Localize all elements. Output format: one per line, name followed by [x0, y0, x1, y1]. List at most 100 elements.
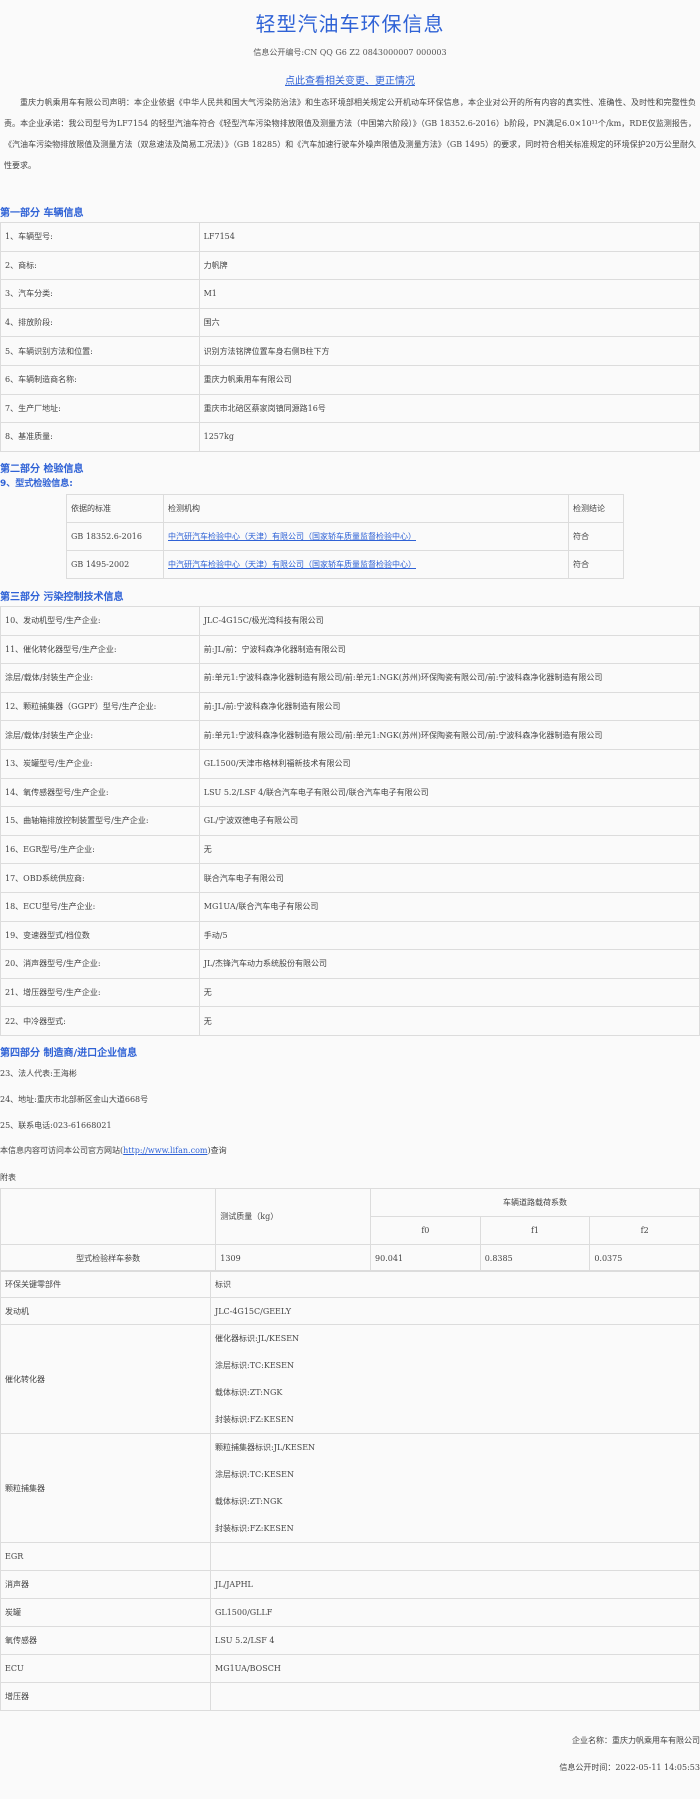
info-row: 3、汽车分类: M1: [0, 279, 700, 309]
info-value: 1257kg: [198, 422, 700, 452]
inspection-agency-cell: 中汽研汽车检验中心（天津）有限公司（国家轿车质量监督检验中心）: [163, 522, 569, 551]
vehicle-info-table: 1、车辆型号: LF7154 2、商标: 力帆牌 3、汽车分类: M1 4、排放阶段: 国六 5…: [0, 222, 700, 452]
annex-catalyst-line: 载体标识:ZT:NGK: [215, 1388, 283, 1397]
annex-catalyst-line: 涂层标识:TC:KESEN: [215, 1361, 294, 1370]
annex-key-parts-value: 标识: [210, 1270, 700, 1298]
info-row: 13、炭罐型号/生产企业: GL1500/天津市格林利福新技术有限公司: [0, 748, 700, 779]
annex-o2-value: LSU 5.2/LSF 4: [210, 1626, 700, 1655]
info-row: 16、EGR型号/生产企业: 无: [0, 834, 700, 865]
col-standard: 依据的标准: [66, 494, 164, 523]
inspection-agency-link[interactable]: 中汽研汽车检验中心（天津）有限公司（国家轿车质量监督检验中心）: [168, 560, 416, 569]
annex-o2-label: 氧传感器: [0, 1626, 211, 1655]
annex-param-row: 型式检验样车参数 1309 90.041 0.8385 0.0375: [0, 1244, 700, 1272]
info-row: 22、中冷器型式: 无: [0, 1006, 700, 1036]
annex-ecu-row: ECU MG1UA/BOSCH: [0, 1654, 700, 1683]
info-value: JLC-4G15C/极光湾科技有限公司: [198, 606, 700, 636]
annex-param-label: 型式检验样车参数: [0, 1244, 217, 1272]
pollution-control-table: 10、发动机型号/生产企业: JLC-4G15C/极光湾科技有限公司 11、催化转化…: [0, 606, 700, 1036]
info-label: 16、EGR型号/生产企业:: [0, 834, 200, 865]
info-label: 22、中冷器型式:: [0, 1006, 200, 1036]
info-value: 前:单元1:宁波科森净化器制造有限公司/前:单元1:NGK(苏州)环保陶瓷有限公…: [198, 663, 700, 693]
info-row: 6、车辆制造商名称: 重庆力帆乘用车有限公司: [0, 364, 700, 395]
info-label: 18、ECU型号/生产企业:: [0, 891, 200, 922]
info-value: 力帆牌: [198, 250, 700, 281]
annex-f1-header: f1: [479, 1216, 591, 1245]
legal-representative: 23、法人代表:王海彬: [0, 1069, 77, 1078]
info-row: 20、消声器型号/生产企业: JL/杰锋汽车动力系统股份有限公司: [0, 949, 700, 979]
annex-gpf-values: 颗粒捕集器标识:JL/KESEN 涂层标识:TC:KESEN 载体标识:ZT:N…: [210, 1433, 700, 1543]
website-suffix: )查询: [207, 1146, 227, 1155]
info-value: 重庆力帆乘用车有限公司: [198, 364, 700, 395]
inspection-agency-cell: 中汽研汽车检验中心（天津）有限公司（国家轿车质量监督检验中心）: [163, 550, 569, 579]
part3-heading: 第三部分 污染控制技术信息: [0, 592, 124, 603]
annex-gpf-line: 封装标识:FZ:KESEN: [215, 1524, 294, 1533]
info-label: 涂层/载体/封装生产企业:: [0, 663, 200, 693]
annex-f2-header: f2: [589, 1216, 700, 1245]
info-value: 前:JL/前：宁波科森净化器制造有限公司: [198, 634, 700, 665]
inspection-header-row: 依据的标准 检测机构 检测结论: [66, 494, 624, 523]
annex-key-parts-label: 环保关键零部件: [0, 1270, 211, 1298]
annex-f0-header: f0: [370, 1216, 481, 1245]
info-row: 4、排放阶段: 国六: [0, 307, 700, 338]
inspection-agency-link[interactable]: 中汽研汽车检验中心（天津）有限公司（国家轿车质量监督检验中心）: [168, 532, 416, 541]
annex-mass-value: 1309: [215, 1244, 372, 1272]
info-label: 5、车辆识别方法和位置:: [0, 336, 200, 366]
annex-label: 附表: [0, 1173, 16, 1182]
info-value: 前:JL/前:宁波科森净化器制造有限公司: [198, 691, 700, 722]
annex-blank-cell: [0, 1188, 217, 1245]
info-row: 8、基准质量: 1257kg: [0, 422, 700, 452]
part2-heading: 第二部分 检验信息: [0, 464, 84, 475]
info-label: 1、车辆型号:: [0, 222, 200, 252]
info-label: 3、汽车分类:: [0, 279, 200, 309]
info-value: 无: [198, 1006, 700, 1036]
annex-f0-value: 90.041: [370, 1244, 481, 1272]
inspection-standard: GB 1495-2002: [66, 550, 164, 579]
info-label: 10、发动机型号/生产企业:: [0, 606, 200, 636]
info-label: 4、排放阶段:: [0, 307, 200, 338]
annex-catalyst-label: 催化转化器: [0, 1324, 211, 1434]
change-history-link[interactable]: 点此查看相关变更、更正情况: [0, 72, 700, 87]
info-row: 14、氧传感器型号/生产企业: LSU 5.2/LSF 4/联合汽车电子有限公司/…: [0, 777, 700, 808]
info-value: 重庆市北碚区蔡家岗镇同源路16号: [198, 393, 700, 424]
annex-gpf-row: 颗粒捕集器 颗粒捕集器标识:JL/KESEN 涂层标识:TC:KESEN 载体标…: [0, 1433, 700, 1543]
info-label: 2、商标:: [0, 250, 200, 281]
info-value: LSU 5.2/LSF 4/联合汽车电子有限公司/联合汽车电子有限公司: [198, 777, 700, 808]
annex-engine-value: JLC-4G15C/GEELY: [210, 1297, 700, 1325]
annex-ecu-label: ECU: [0, 1654, 211, 1683]
annex-canister-label: 炭罐: [0, 1598, 211, 1627]
info-value: LF7154: [198, 222, 700, 252]
annex-muffler-label: 消声器: [0, 1570, 211, 1599]
info-row: 21、增压器型号/生产企业: 无: [0, 977, 700, 1008]
inspection-result: 符合: [568, 550, 624, 579]
info-value: 识别方法铭牌位置车身右侧B柱下方: [198, 336, 700, 366]
info-row: 19、变速器型式/档位数 手动/5: [0, 920, 700, 951]
info-row: 17、OBD系统供应商: 联合汽车电子有限公司: [0, 863, 700, 893]
info-label: 21、增压器型号/生产企业:: [0, 977, 200, 1008]
info-label: 涂层/载体/封装生产企业:: [0, 720, 200, 750]
info-value: 国六: [198, 307, 700, 338]
annex-parts-header-row: 环保关键零部件 标识: [0, 1270, 700, 1298]
annex-f2-value: 0.0375: [589, 1244, 700, 1272]
part1-heading: 第一部分 车辆信息: [0, 208, 84, 219]
info-label: 12、颗粒捕集器（GGPF）型号/生产企业:: [0, 691, 200, 722]
info-value: 前:单元1:宁波科森净化器制造有限公司/前:单元1:NGK(苏州)环保陶瓷有限公…: [198, 720, 700, 750]
info-row: 涂层/载体/封装生产企业: 前:单元1:宁波科森净化器制造有限公司/前:单元1:N…: [0, 720, 700, 750]
info-value: 无: [198, 977, 700, 1008]
info-value: 手动/5: [198, 920, 700, 951]
annex-gpf-line: 颗粒捕集器标识:JL/KESEN: [215, 1443, 316, 1452]
annex-turbo-value: [210, 1682, 700, 1711]
info-row: 5、车辆识别方法和位置: 识别方法铭牌位置车身右侧B柱下方: [0, 336, 700, 366]
annex-header-row: 测试质量（kg） 车辆道路载荷系数: [0, 1188, 700, 1245]
inspection-table: 依据的标准 检测机构 检测结论 GB 18352.6-2016 中汽研汽车检验中…: [66, 494, 624, 579]
info-value: 无: [198, 834, 700, 865]
info-row: 7、生产厂地址: 重庆市北碚区蔡家岗镇同源路16号: [0, 393, 700, 424]
info-label: 17、OBD系统供应商:: [0, 863, 200, 893]
page-title: 轻型汽油车环保信息: [255, 12, 445, 36]
info-label: 7、生产厂地址:: [0, 393, 200, 424]
website-link[interactable]: http://www.lifan.com: [123, 1146, 207, 1155]
info-label: 6、车辆制造商名称:: [0, 364, 200, 395]
annex-canister-value: GL1500/GLLF: [210, 1598, 700, 1627]
declaration-text: 重庆力帆乘用车有限公司声明：本企业依据《中华人民共和国大气污染防治法》和生态环境…: [4, 98, 696, 170]
annex-coef-header: 车辆道路载荷系数: [370, 1188, 700, 1217]
info-value: M1: [198, 279, 700, 309]
